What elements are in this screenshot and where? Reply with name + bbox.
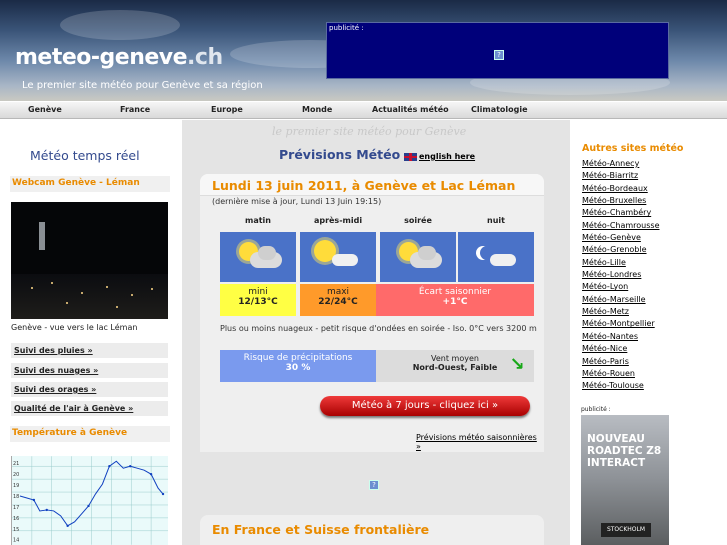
ad-label: publicité : [329, 24, 364, 32]
link-orages[interactable]: Suivi des orages » [11, 382, 168, 399]
period-apres-midi: après-midi [313, 216, 363, 225]
link-pluies[interactable]: Suivi des pluies » [11, 343, 168, 360]
sky-cloud [60, 10, 180, 40]
site-link[interactable]: Météo-Nantes [582, 331, 660, 343]
site-link[interactable]: Météo-Paris [582, 356, 660, 368]
site-link[interactable]: Météo-Londres [582, 269, 660, 281]
webcam-title[interactable]: Webcam Genève - Léman [10, 176, 170, 192]
site-link[interactable]: Météo-Biarritz [582, 170, 660, 182]
temp-maxi: maxi 22/24°C [300, 284, 376, 316]
site-header: meteo-geneve.ch Le premier site météo po… [0, 0, 727, 101]
site-link[interactable]: Météo-Chambéry [582, 207, 660, 219]
weather-icon-soiree [380, 232, 456, 282]
site-link[interactable]: Météo-Marseille [582, 294, 660, 306]
broken-image-icon: ? [369, 480, 379, 490]
ad-label: publicité : [581, 406, 611, 413]
france-suisse-card: En France et Suisse frontalière [200, 515, 544, 545]
temperature-graph[interactable]: 21 20 19 18 17 16 15 14 [11, 456, 168, 545]
ad-text: NOUVEAU ROADTEC Z8 INTERACT [587, 433, 662, 469]
webcam-city [11, 274, 168, 319]
forecast-card-header: Lundi 13 juin 2011, à Genève et Lac Léma… [200, 174, 544, 196]
site-link[interactable]: Météo-Genève [582, 232, 660, 244]
site-link[interactable]: Météo-Lille [582, 257, 660, 269]
ytick: 15 [13, 527, 19, 533]
ad-sign: STOCKHOLM [601, 523, 651, 537]
cloud-icon [490, 254, 516, 266]
ytick: 17 [13, 505, 19, 511]
forecast-card: Lundi 13 juin 2011, à Genève et Lac Léma… [200, 174, 544, 452]
ytick: 16 [13, 516, 19, 522]
precipitation-risk: Risque de précipitations 30 % [220, 350, 376, 382]
nav-item-actualites[interactable]: Actualités météo [372, 105, 449, 114]
other-sites-list: Météo-Annecy Météo-Biarritz Météo-Bordea… [582, 158, 660, 393]
site-link[interactable]: Météo-Bruxelles [582, 195, 660, 207]
temp-mini: mini 12/13°C [220, 284, 296, 316]
france-suisse-title: En France et Suisse frontalière [212, 522, 430, 537]
site-link[interactable]: Météo-Chamrousse [582, 220, 660, 232]
forecast-date: Lundi 13 juin 2011, à Genève et Lac Léma… [212, 178, 516, 193]
nav-item-geneve[interactable]: Genève [28, 105, 62, 114]
seasonal-forecast-link[interactable]: Prévisions météo saisonnières » [416, 433, 544, 451]
temperature-title: Température à Genève [10, 426, 170, 442]
ytick: 14 [13, 538, 19, 544]
site-tagline: Le premier site météo pour Genève et sa … [22, 80, 263, 91]
ytick: 18 [13, 494, 19, 500]
ytick: 19 [13, 483, 19, 489]
forecast-7days-button[interactable]: Météo à 7 jours - cliquez ici » [320, 396, 530, 416]
other-sites-title: Autres sites météo [582, 143, 684, 154]
link-nuages[interactable]: Suivi des nuages » [11, 363, 168, 380]
period-matin: matin [245, 216, 271, 225]
realtime-title: Météo temps réel [30, 148, 140, 163]
webcam-tower [39, 222, 45, 250]
last-update: (dernière mise à jour, Lundi 13 Juin 19:… [212, 197, 382, 206]
main-content: le premier site météo pour Genève Prévis… [182, 120, 570, 545]
nav-item-france[interactable]: France [120, 105, 150, 114]
site-link[interactable]: Météo-Metz [582, 306, 660, 318]
side-ad-banner[interactable]: NOUVEAU ROADTEC Z8 INTERACT STOCKHOLM [581, 415, 669, 545]
broken-image-icon: ? [494, 50, 504, 60]
left-column: Météo temps réel Webcam Genève - Léman G… [0, 120, 182, 545]
site-link[interactable]: Météo-Rouen [582, 368, 660, 380]
link-air[interactable]: Qualité de l'air à Genève » [11, 401, 168, 418]
site-link[interactable]: Météo-Bordeaux [582, 183, 660, 195]
forecast-description: Plus ou moins nuageux - petit risque d'o… [220, 324, 537, 333]
site-link[interactable]: Météo-Lyon [582, 281, 660, 293]
site-link[interactable]: Météo-Toulouse [582, 380, 660, 392]
site-link[interactable]: Météo-Grenoble [582, 244, 660, 256]
cloud-icon [332, 254, 358, 266]
site-logo[interactable]: meteo-geneve.ch [15, 45, 223, 70]
webcam-caption: Genève - vue vers le lac Léman [11, 323, 138, 332]
weather-icon-apres-midi [300, 232, 376, 282]
wind-arrow-icon: ↘ [509, 354, 525, 375]
top-ad-banner[interactable]: publicité : ? [326, 22, 669, 79]
seasonal-gap: Écart saisonnier +1°C [376, 284, 534, 316]
right-column: Autres sites météo Météo-Annecy Météo-Bi… [570, 120, 727, 545]
nav-item-monde[interactable]: Monde [302, 105, 332, 114]
english-link[interactable]: english here [404, 152, 475, 161]
ytick: 20 [13, 472, 19, 478]
cloud-icon [258, 246, 276, 260]
cloud-icon [418, 246, 436, 260]
weather-icon-nuit [458, 232, 534, 282]
nav-item-europe[interactable]: Europe [211, 105, 243, 114]
uk-flag-icon [404, 152, 417, 161]
period-soiree: soirée [404, 216, 432, 225]
site-link[interactable]: Météo-Nice [582, 343, 660, 355]
center-subtitle: le premier site météo pour Genève [272, 125, 467, 138]
forecast-title: Prévisions Météo [279, 147, 401, 162]
site-link[interactable]: Météo-Montpellier [582, 318, 660, 330]
nav-item-climatologie[interactable]: Climatologie [471, 105, 528, 114]
main-nav: Genève France Europe Monde Actualités mé… [0, 101, 727, 119]
period-nuit: nuit [487, 216, 505, 225]
webcam-image[interactable] [11, 202, 168, 319]
site-link[interactable]: Météo-Annecy [582, 158, 660, 170]
wind-box: Vent moyen Nord-Ouest, Faible ↘ [376, 350, 534, 382]
ytick: 21 [13, 461, 19, 467]
weather-icon-matin [220, 232, 296, 282]
